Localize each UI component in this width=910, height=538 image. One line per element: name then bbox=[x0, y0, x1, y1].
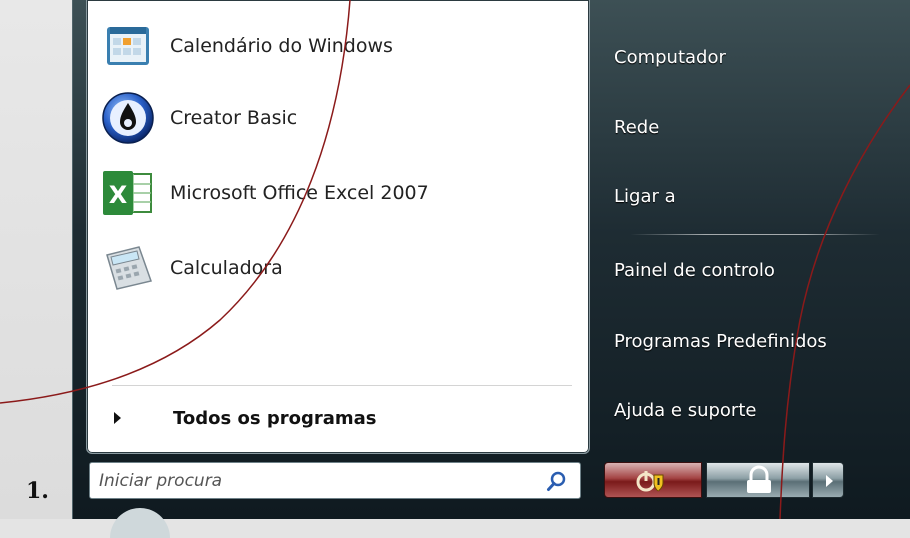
more-options-button[interactable] bbox=[812, 462, 844, 498]
right-item-rede[interactable]: Rede bbox=[614, 107, 894, 147]
power-shield-icon bbox=[636, 471, 664, 492]
power-controls bbox=[604, 462, 844, 498]
all-programs-label: Todos os programas bbox=[173, 407, 377, 429]
right-item-ajuda-e-suporte[interactable]: Ajuda e suporte bbox=[614, 390, 894, 430]
padlock-icon bbox=[747, 465, 771, 493]
program-item-calendar[interactable]: Calendário do Windows bbox=[100, 16, 560, 76]
program-label: Calendário do Windows bbox=[170, 35, 393, 57]
right-item-label: Programas Predefinidos bbox=[614, 330, 827, 352]
right-item-label: Rede bbox=[614, 116, 660, 138]
magnifier-icon[interactable] bbox=[546, 470, 568, 492]
sleep-button[interactable] bbox=[604, 462, 702, 498]
creator-disc-icon bbox=[100, 90, 156, 146]
program-item-calculator[interactable]: Calculadora bbox=[100, 238, 560, 298]
program-item-creator-basic[interactable]: Creator Basic bbox=[100, 88, 560, 148]
program-label: Creator Basic bbox=[170, 107, 298, 129]
right-item-label: Computador bbox=[614, 46, 726, 68]
right-item-label: Ajuda e suporte bbox=[614, 399, 757, 421]
search-placeholder: Iniciar procura bbox=[99, 471, 223, 491]
program-label: Microsoft Office Excel 2007 bbox=[170, 182, 429, 204]
all-programs-button[interactable]: Todos os programas bbox=[100, 398, 560, 438]
calculator-icon bbox=[100, 240, 156, 296]
excel-icon: X bbox=[100, 165, 156, 221]
right-item-label: Painel de controlo bbox=[614, 259, 775, 281]
right-item-computador[interactable]: Computador bbox=[614, 37, 894, 77]
lock-button[interactable] bbox=[706, 462, 810, 498]
triangle-right-icon bbox=[114, 412, 121, 424]
program-label: Calculadora bbox=[170, 257, 283, 279]
program-item-excel[interactable]: X Microsoft Office Excel 2007 bbox=[100, 163, 560, 223]
search-input[interactable]: Iniciar procura bbox=[89, 462, 581, 499]
triangle-right-icon bbox=[826, 475, 833, 487]
right-item-ligar-a[interactable]: Ligar a bbox=[614, 176, 894, 216]
right-item-label: Ligar a bbox=[614, 185, 676, 207]
right-column-divider bbox=[630, 234, 880, 235]
right-item-programas-predefinidos[interactable]: Programas Predefinidos bbox=[614, 321, 894, 361]
step-number: 1. bbox=[26, 478, 49, 504]
right-item-painel-de-controlo[interactable]: Painel de controlo bbox=[614, 250, 894, 290]
program-list-divider bbox=[112, 385, 572, 386]
svg-text:X: X bbox=[109, 181, 128, 209]
calendar-icon bbox=[100, 18, 156, 74]
